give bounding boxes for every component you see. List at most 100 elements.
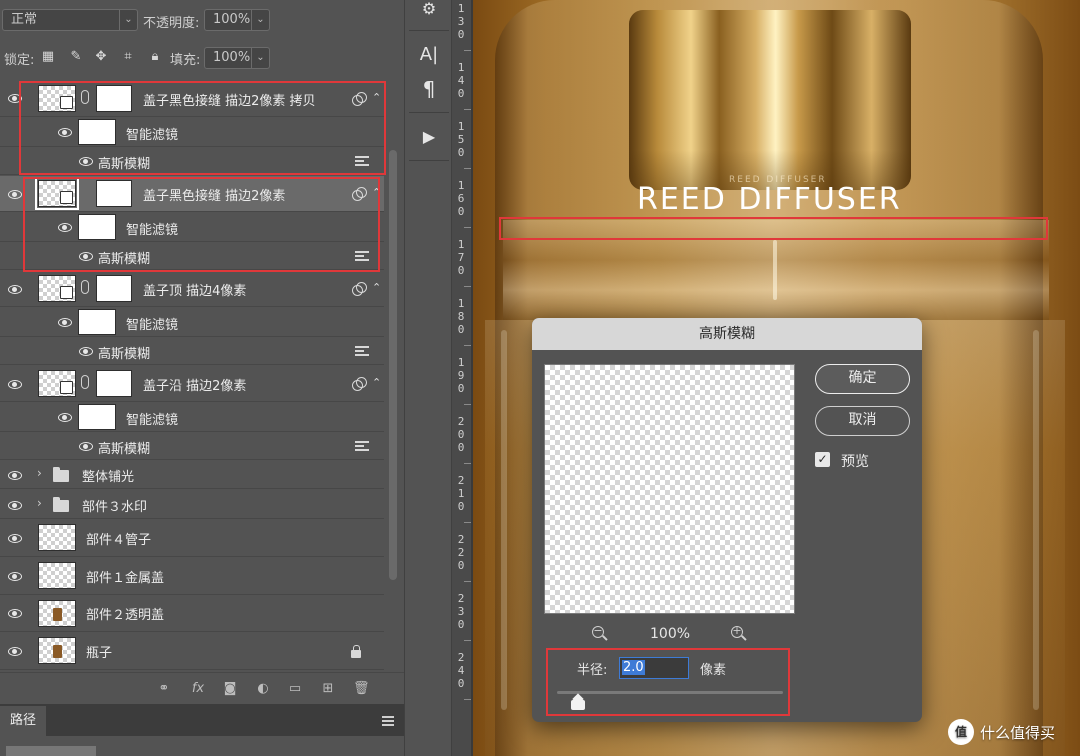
layer-row[interactable]: 瓶子 — [0, 632, 384, 670]
eye-icon[interactable] — [57, 412, 73, 422]
layers-scrollbar[interactable] — [386, 80, 400, 670]
chevron-up-icon[interactable]: ⌃ — [372, 376, 381, 389]
ok-button[interactable]: 确定 — [815, 364, 910, 394]
opacity-field[interactable]: 100% ⌄ — [204, 9, 270, 31]
preview-checkbox[interactable]: ✓ — [815, 452, 830, 467]
play-icon[interactable]: ▶ — [415, 124, 443, 150]
chevron-right-icon[interactable]: › — [37, 466, 42, 480]
new-group-icon[interactable]: ▭ — [287, 681, 303, 697]
fill-field[interactable]: 100% ⌄ — [204, 47, 270, 69]
layer-row[interactable]: 智能滤镜 — [0, 307, 384, 337]
layer-group-row[interactable]: › 整体铺光 — [0, 460, 384, 489]
filter-effects-icon[interactable] — [352, 92, 367, 106]
chevron-up-icon[interactable]: ⌃ — [372, 281, 381, 294]
lock-transparent-icon[interactable]: ▦ — [41, 50, 55, 64]
eye-icon[interactable] — [7, 379, 23, 389]
link-icon[interactable] — [81, 90, 89, 104]
layer-row[interactable]: 盖子沿 描边2像素 ⌃ — [0, 366, 384, 402]
scrollbar-thumb[interactable] — [389, 150, 397, 580]
lock-artboard-icon[interactable]: ⌗ — [121, 50, 135, 64]
layer-row[interactable]: 部件４管子 — [0, 519, 384, 557]
paragraph-panel-icon[interactable]: ¶ — [415, 76, 443, 102]
mask-thumbnail — [96, 180, 132, 207]
chevron-up-icon[interactable]: ⌃ — [372, 186, 381, 199]
ruler-digit: 1 — [457, 2, 465, 15]
layer-group-row[interactable]: › 部件３水印 — [0, 489, 384, 519]
layer-row[interactable]: 高斯模糊 — [0, 432, 384, 460]
layer-row[interactable]: 部件１金属盖 — [0, 557, 384, 595]
layer-name: 部件４管子 — [86, 533, 152, 548]
blend-mode-select[interactable]: 正常 ⌄ — [2, 9, 138, 31]
zoom-in-icon[interactable]: + — [731, 625, 747, 642]
layer-row[interactable]: 智能滤镜 — [0, 117, 384, 147]
ruler-digit: 1 — [457, 120, 465, 133]
filter-preview[interactable] — [544, 364, 795, 614]
layer-row[interactable]: 盖子顶 描边4像素 ⌃ — [0, 271, 384, 307]
cancel-button[interactable]: 取消 — [815, 406, 910, 436]
layer-name: 瓶子 — [86, 646, 113, 661]
layer-row[interactable]: 高斯模糊 — [0, 242, 384, 270]
filter-options-icon[interactable] — [355, 441, 369, 452]
character-panel-icon[interactable]: A| — [415, 42, 443, 68]
adjustment-layer-icon[interactable]: ◐ — [255, 681, 271, 697]
filter-effects-icon[interactable] — [352, 282, 367, 296]
opacity-value: 100% — [213, 12, 251, 27]
mask-thumbnail — [96, 370, 132, 397]
ruler-tick — [464, 286, 471, 287]
tab-paths[interactable]: 路径 — [0, 706, 46, 736]
paths-list — [0, 736, 404, 756]
eye-icon[interactable] — [78, 251, 94, 261]
link-icon[interactable] — [81, 375, 89, 389]
eye-icon[interactable] — [7, 533, 23, 543]
layer-row[interactable]: 部件２透明盖 — [0, 595, 384, 632]
layer-row[interactable]: 高斯模糊 — [0, 147, 384, 175]
layer-name: 盖子黑色接缝 描边2像素 — [143, 189, 286, 204]
fx-icon[interactable]: fx — [190, 681, 206, 697]
filter-options-icon[interactable] — [355, 156, 369, 167]
zoom-out-icon[interactable]: − — [592, 625, 608, 642]
layer-row[interactable]: 盖子黑色接缝 描边2像素 拷贝 ⌃ — [0, 80, 384, 117]
eye-icon[interactable] — [7, 284, 23, 294]
eye-icon[interactable] — [57, 222, 73, 232]
layer-row[interactable]: 智能滤镜 — [0, 212, 384, 242]
chevron-up-icon[interactable]: ⌃ — [372, 91, 381, 104]
eye-icon[interactable] — [7, 608, 23, 618]
eye-icon[interactable] — [7, 189, 23, 199]
eye-icon[interactable] — [7, 93, 23, 103]
eye-icon[interactable] — [7, 571, 23, 581]
lock-all-icon[interactable]: 🔒︎ — [148, 50, 162, 64]
eye-icon[interactable] — [78, 441, 94, 451]
eye-icon[interactable] — [78, 346, 94, 356]
new-layer-icon[interactable]: ⊞ — [320, 681, 336, 697]
trash-icon[interactable]: 🗑︎ — [353, 681, 370, 697]
ruler-tick — [464, 168, 471, 169]
eye-icon[interactable] — [7, 470, 23, 480]
link-layers-icon[interactable]: ⚭ — [156, 681, 172, 697]
layer-row[interactable]: 高斯模糊 — [0, 337, 384, 365]
smart-filter-thumbnail — [78, 404, 116, 430]
path-thumbnail[interactable] — [6, 746, 96, 756]
ruler-digit: 0 — [457, 382, 465, 395]
layer-row-selected[interactable]: 盖子黑色接缝 描边2像素 ⌃ — [0, 176, 384, 212]
ruler-digit: 1 — [457, 238, 465, 251]
eye-icon[interactable] — [78, 156, 94, 166]
eye-icon[interactable] — [7, 646, 23, 656]
lock-paint-icon[interactable]: ✎ — [69, 50, 83, 64]
eye-icon[interactable] — [57, 127, 73, 137]
layer-row[interactable]: 智能滤镜 — [0, 402, 384, 432]
ruler-tick — [464, 109, 471, 110]
filter-options-icon[interactable] — [355, 346, 369, 357]
filter-effects-icon[interactable] — [352, 187, 367, 201]
chevron-right-icon[interactable]: › — [37, 496, 42, 510]
layer-thumbnail — [38, 275, 76, 302]
link-icon[interactable] — [81, 280, 89, 294]
eye-icon[interactable] — [7, 500, 23, 510]
filter-options-icon[interactable] — [355, 251, 369, 262]
add-mask-icon[interactable]: ◙ — [222, 681, 238, 697]
adjustments-icon[interactable]: ⚙ — [415, 0, 443, 22]
divider — [409, 112, 449, 113]
lock-position-icon[interactable]: ✥ — [94, 50, 108, 64]
panel-menu-icon[interactable] — [382, 716, 394, 726]
filter-effects-icon[interactable] — [352, 377, 367, 391]
eye-icon[interactable] — [57, 317, 73, 327]
